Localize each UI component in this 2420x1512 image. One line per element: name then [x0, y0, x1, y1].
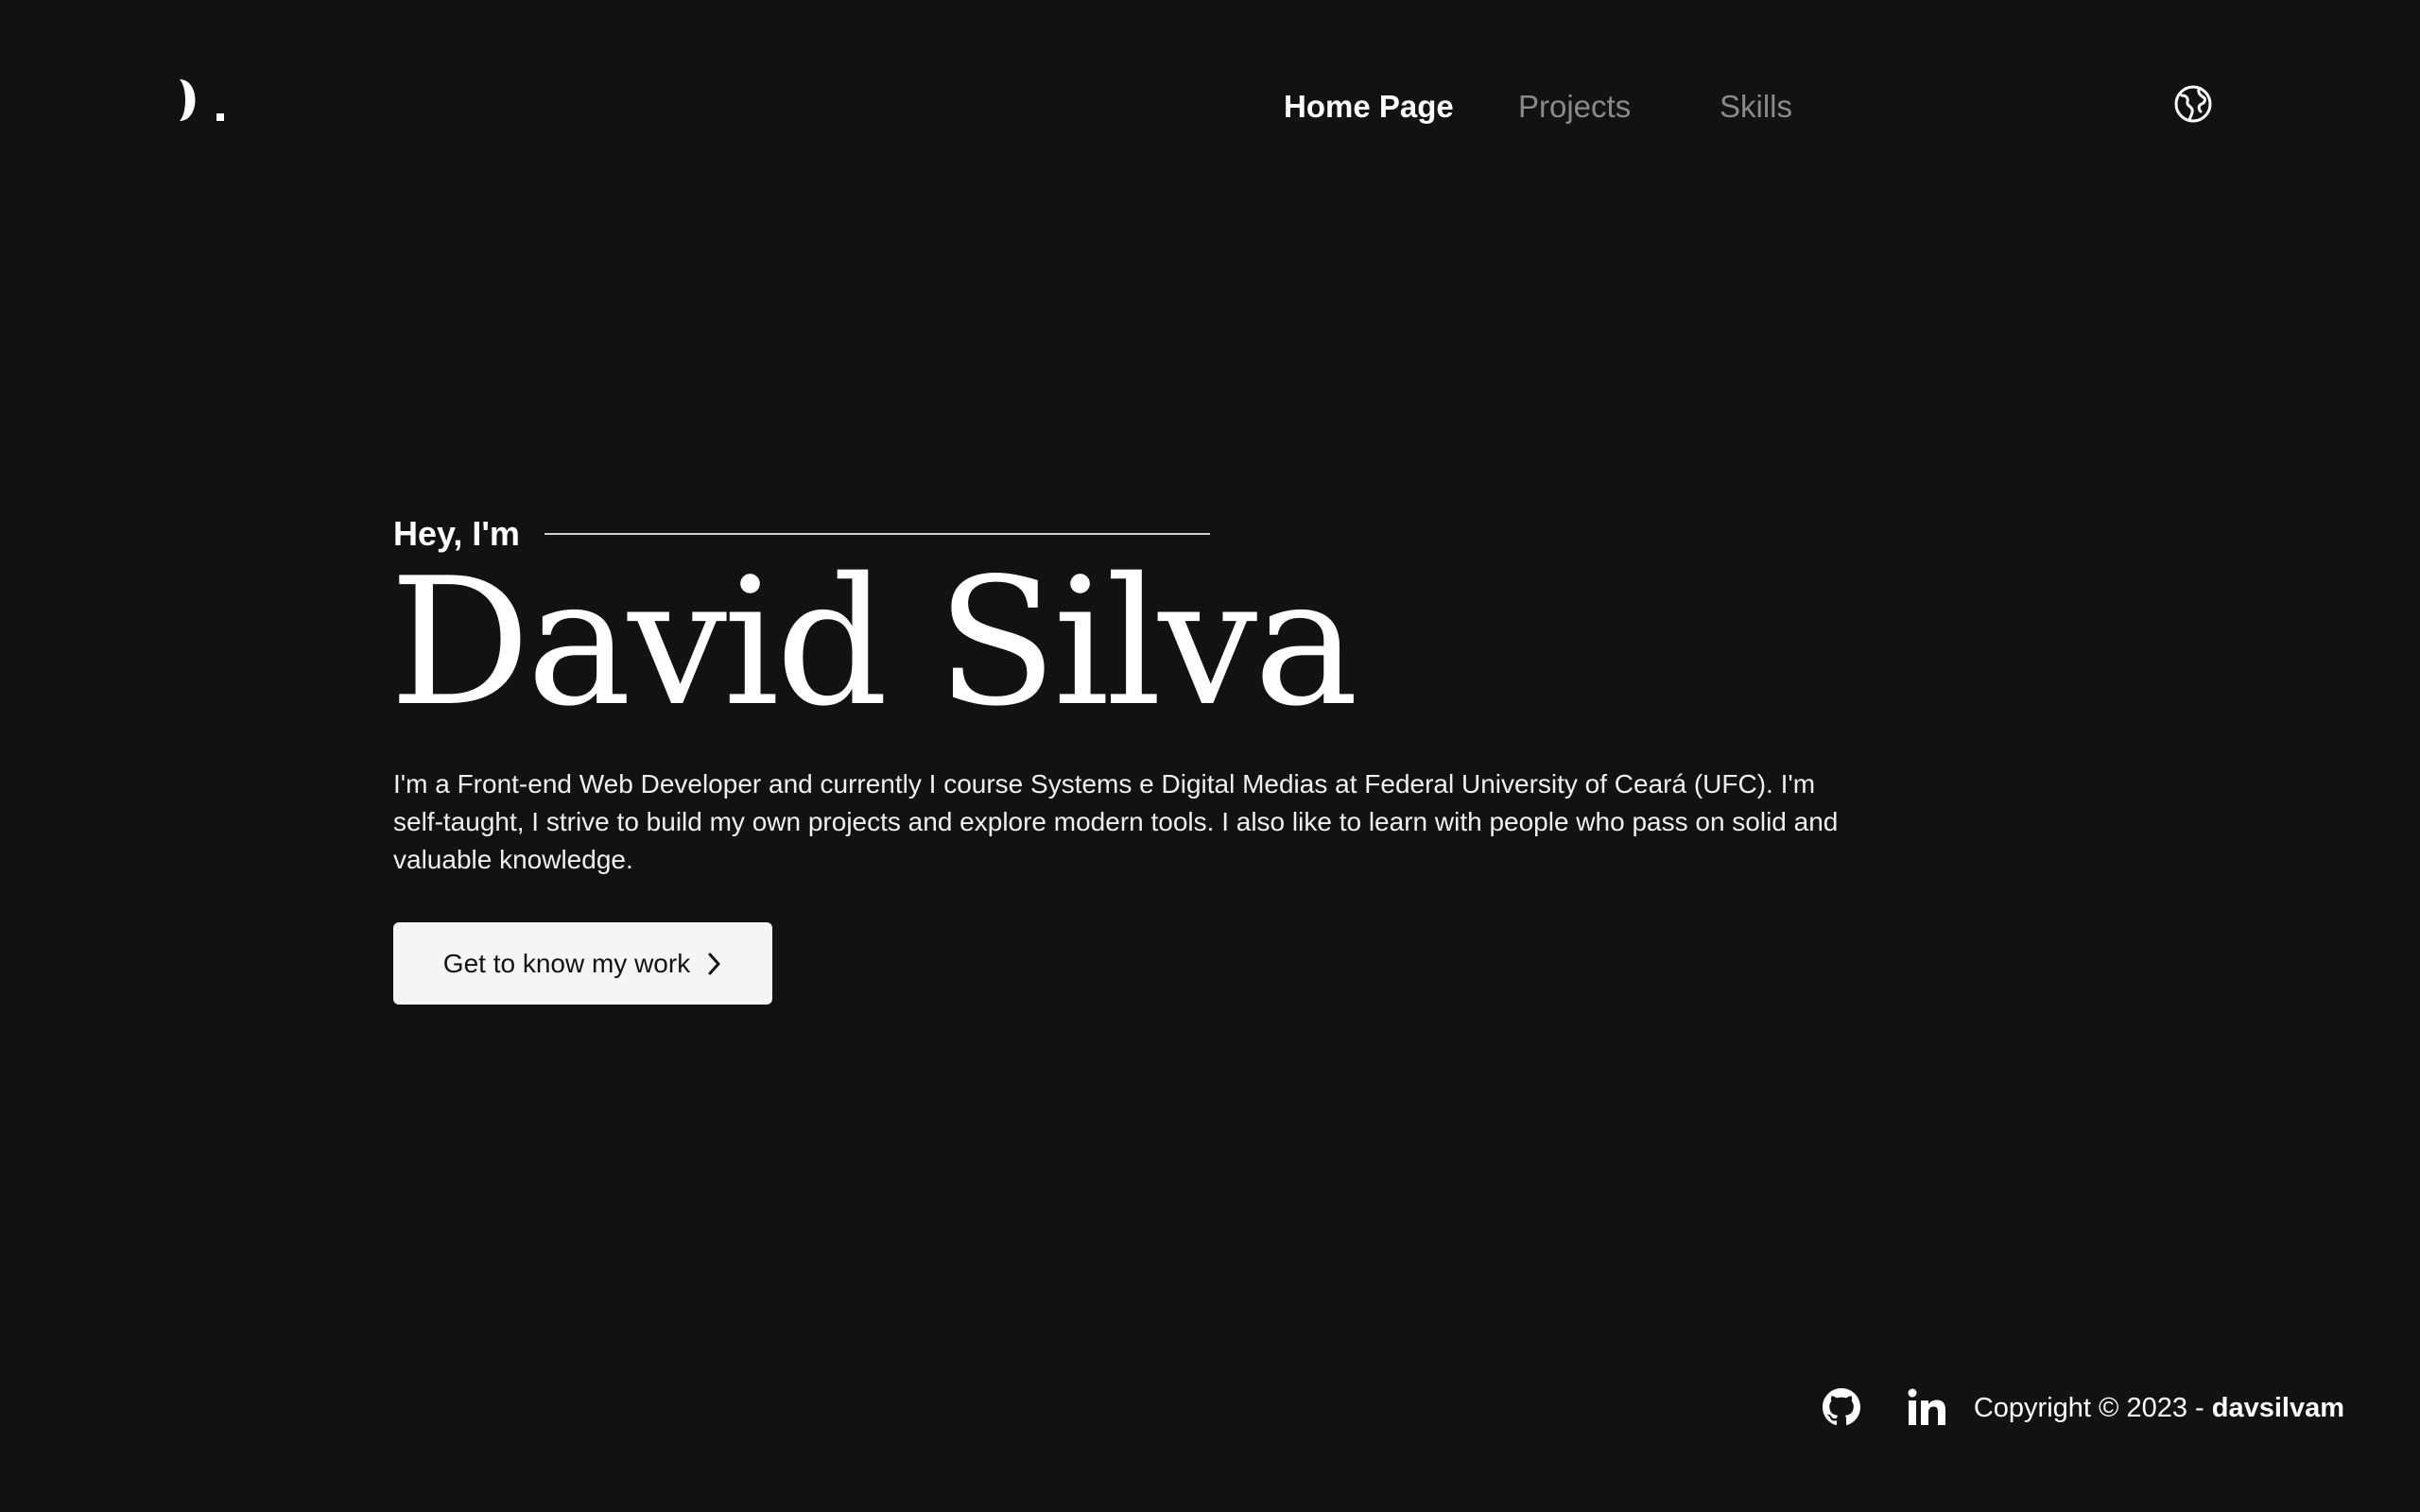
github-icon[interactable] — [1823, 1388, 1860, 1426]
globe-icon[interactable] — [2173, 84, 2213, 124]
hero-name: David Silva — [389, 540, 1358, 745]
copyright-handle[interactable]: davsilvam — [2212, 1393, 2344, 1423]
copyright-text: Copyright © 2023 - — [1973, 1393, 2212, 1423]
get-to-know-my-work-button[interactable]: Get to know my work — [393, 922, 772, 1005]
chevron-right-icon — [707, 952, 722, 976]
nav-skills[interactable]: Skills — [1720, 85, 1792, 129]
hero-divider — [544, 533, 1210, 535]
hero-bio: I'm a Front-end Web Developer and curren… — [393, 769, 1839, 874]
page: Home Page Projects Skills Hey, I'm David… — [0, 0, 2420, 1512]
copyright: Copyright © 2023 - davsilvam — [1974, 1389, 2344, 1427]
cta-label: Get to know my work — [442, 948, 691, 978]
nav-home-page[interactable]: Home Page — [1284, 85, 1454, 129]
linkedin-icon[interactable] — [1907, 1388, 1946, 1426]
logo-icon[interactable] — [178, 79, 244, 132]
nav-projects[interactable]: Projects — [1518, 85, 1631, 129]
